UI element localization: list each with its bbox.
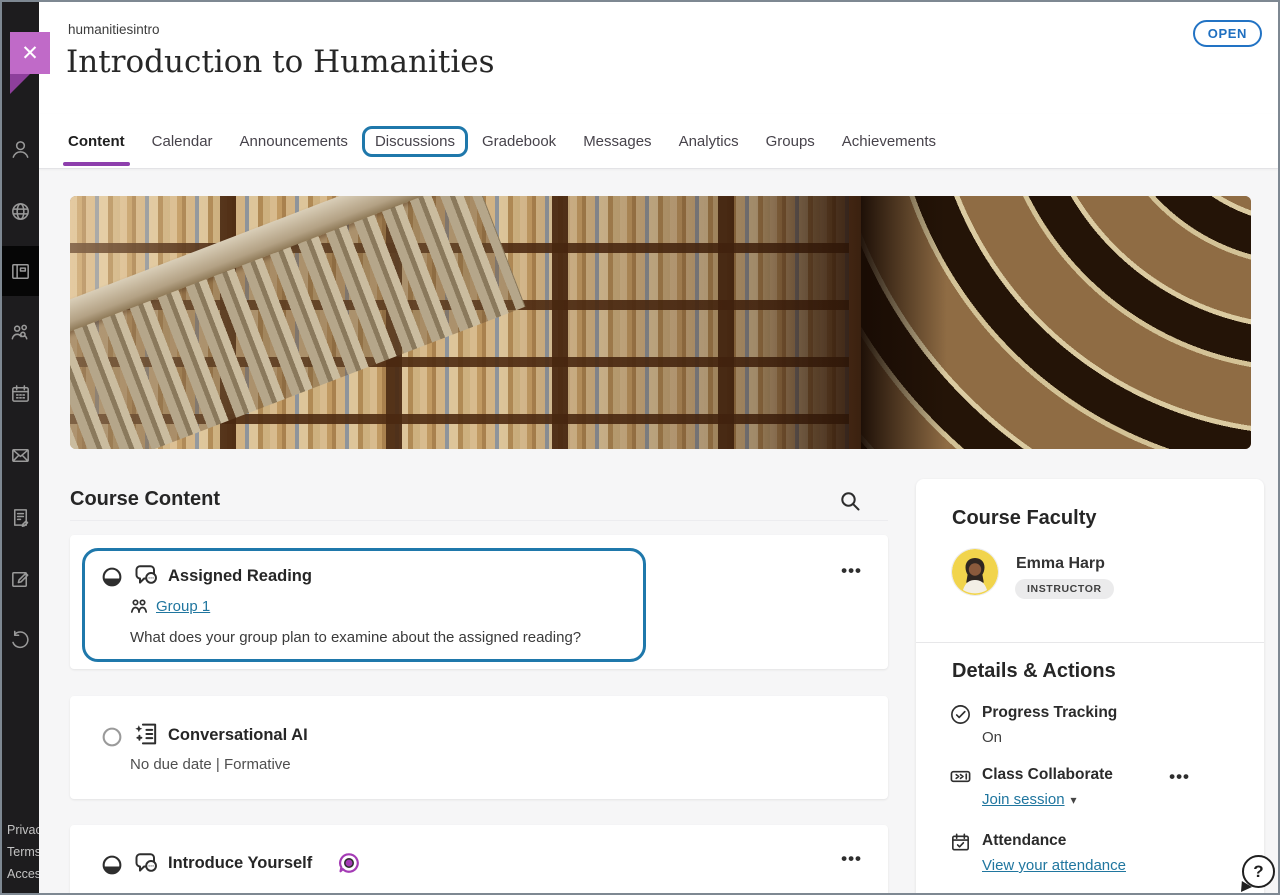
course-status-badge[interactable]: OPEN	[1193, 20, 1262, 47]
tab-content[interactable]: Content	[68, 133, 125, 150]
new-activity-badge-icon	[338, 852, 360, 874]
class-collaborate-icon	[949, 765, 972, 788]
details-actions-heading: Details & Actions	[952, 660, 1116, 683]
help-icon: ?	[1253, 862, 1263, 882]
panel-divider	[916, 642, 1264, 643]
visibility-status-icon	[101, 566, 123, 588]
overflow-menu-icon[interactable]: •••	[841, 562, 862, 579]
visibility-status-icon	[101, 854, 123, 876]
group-link[interactable]: Group 1	[156, 598, 210, 615]
privacy-link[interactable]: Privacy	[7, 819, 39, 841]
content-item-assigned-reading[interactable]: ••• Assigned Reading Group 1 What does y…	[70, 535, 888, 669]
attendance-label: Attendance	[982, 832, 1066, 850]
course-side-panel: Course Faculty Emma Harp INSTRUCTOR Deta…	[916, 479, 1264, 895]
content-item-conversational-ai[interactable]: Conversational AI No due date | Formativ…	[70, 696, 888, 799]
tab-announcements[interactable]: Announcements	[240, 133, 348, 150]
progress-tracking-value: On	[982, 729, 1002, 746]
terms-link[interactable]: Terms	[7, 841, 39, 863]
profile-icon[interactable]	[9, 138, 32, 161]
activity-globe-icon[interactable]	[9, 200, 32, 223]
view-attendance-link[interactable]: View your attendance	[982, 857, 1126, 874]
tab-discussions[interactable]: Discussions	[362, 126, 468, 157]
tab-groups[interactable]: Groups	[766, 133, 815, 150]
search-icon[interactable]	[838, 489, 862, 513]
base-navigation-sidebar: Privacy Terms Accessibility	[2, 2, 39, 893]
chevron-down-icon[interactable]: ▾	[1071, 793, 1077, 807]
calendar-icon[interactable]	[9, 382, 32, 405]
help-button[interactable]: ?	[1242, 855, 1275, 888]
role-badge: INSTRUCTOR	[1015, 579, 1114, 599]
organizations-icon[interactable]	[9, 321, 32, 344]
close-course-button[interactable]: ✕	[10, 32, 50, 74]
avatar[interactable]	[952, 549, 998, 595]
courses-icon[interactable]	[9, 260, 32, 283]
join-session-link[interactable]: Join session	[982, 791, 1065, 808]
course-faculty-heading: Course Faculty	[952, 507, 1096, 530]
hidden-status-icon	[101, 726, 123, 748]
item-title[interactable]: Assigned Reading	[168, 567, 312, 586]
discussion-icon	[133, 849, 161, 877]
accessibility-link[interactable]: Accessibility	[7, 863, 39, 885]
item-description: What does your group plan to examine abo…	[130, 629, 581, 646]
ai-document-icon	[133, 720, 161, 748]
sign-out-icon[interactable]	[9, 629, 32, 652]
course-header: humanitiesintro Introduction to Humaniti…	[39, 2, 1278, 114]
course-id: humanitiesintro	[68, 22, 160, 37]
progress-tracking-icon	[949, 703, 972, 726]
tab-messages[interactable]: Messages	[583, 133, 651, 150]
course-content-heading: Course Content	[70, 488, 220, 511]
tab-gradebook[interactable]: Gradebook	[482, 133, 556, 150]
overflow-menu-icon[interactable]: •••	[841, 850, 862, 867]
item-title[interactable]: Conversational AI	[168, 726, 308, 745]
footer-links: Privacy Terms Accessibility	[7, 819, 39, 885]
item-title[interactable]: Introduce Yourself	[168, 854, 312, 873]
discussion-icon	[133, 561, 161, 589]
item-meta: No due date | Formative	[130, 756, 291, 773]
course-tab-bar: Content Calendar Announcements Discussio…	[39, 114, 1278, 169]
class-collaborate-label: Class Collaborate	[982, 766, 1113, 784]
content-item-introduce-yourself[interactable]: ••• Introduce Yourself	[70, 825, 888, 895]
attendance-icon	[949, 831, 972, 854]
tools-edit-icon[interactable]	[9, 568, 32, 591]
close-icon: ✕	[21, 41, 39, 66]
collaborate-menu-icon[interactable]: •••	[1169, 768, 1190, 785]
tab-analytics[interactable]: Analytics	[679, 133, 739, 150]
tab-achievements[interactable]: Achievements	[842, 133, 936, 150]
join-session-row: Join session ▾	[982, 791, 1077, 809]
page-title: Introduction to Humanities	[66, 44, 495, 80]
app-window: Privacy Terms Accessibility ✕ humanities…	[0, 0, 1280, 895]
messages-icon[interactable]	[9, 444, 32, 467]
arched-ceiling-art	[861, 196, 1251, 449]
progress-tracking-label: Progress Tracking	[982, 704, 1117, 722]
faculty-name: Emma Harp	[1016, 555, 1105, 573]
content-divider	[70, 520, 888, 521]
course-banner-image	[70, 196, 1251, 449]
grades-icon[interactable]	[9, 506, 32, 529]
tab-calendar[interactable]: Calendar	[152, 133, 213, 150]
group-icon	[129, 597, 149, 617]
